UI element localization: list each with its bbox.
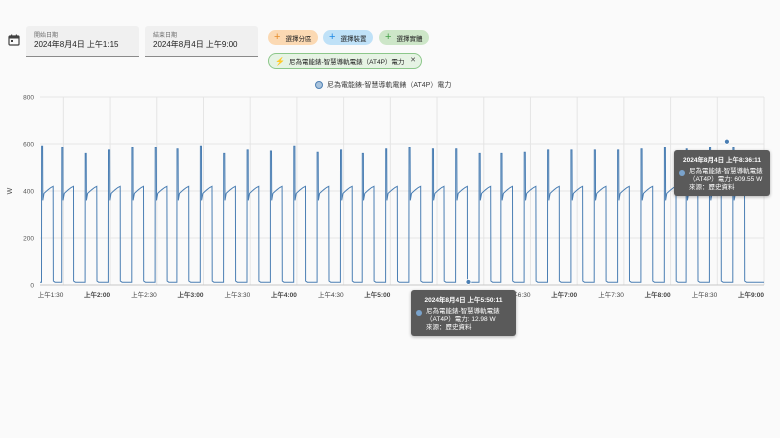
x-tick-label: 上午8:00 xyxy=(645,290,671,299)
hover-point xyxy=(465,279,472,285)
tooltip-series-dot xyxy=(679,170,685,176)
y-tick-label: 0 xyxy=(30,283,34,290)
tooltip-line: （AT4P）電力: 12.98 W xyxy=(426,316,496,323)
x-tick-label: 上午2:00 xyxy=(84,290,110,299)
series-line xyxy=(40,145,764,283)
tooltip-line: 來源：歷史資料 xyxy=(426,324,472,331)
x-tick-label: 上午7:30 xyxy=(598,290,624,299)
x-tick-label: 上午5:00 xyxy=(364,290,390,299)
x-tick-label: 上午1:30 xyxy=(38,290,64,299)
x-tick-label: 上午9:00 xyxy=(738,290,764,299)
tooltip-peak: 2024年8月4日 上午8:36:11 尼為電能錶-智慧導軌電錶 （AT4P）電… xyxy=(674,150,770,196)
x-tick-label: 上午3:00 xyxy=(177,290,203,299)
x-tick-label: 上午4:30 xyxy=(318,290,344,299)
y-tick-label: 400 xyxy=(23,189,34,196)
tooltip-time: 2024年8月4日 上午8:36:11 xyxy=(682,157,762,164)
x-tick-label: 上午8:30 xyxy=(692,290,718,299)
tooltip-idle: 2024年8月4日 上午5:50:11 尼為電能錶-智慧導軌電錶 （AT4P）電… xyxy=(411,290,516,336)
tooltip-series-dot xyxy=(416,310,422,316)
y-axis-label: W xyxy=(7,187,14,194)
y-tick-label: 600 xyxy=(23,142,34,149)
x-tick-label: 上午7:00 xyxy=(551,290,577,299)
y-tick-label: 800 xyxy=(23,95,34,102)
power-history-chart[interactable]: 0 200 400 600 800 W 上午1:30 上午2:00 上午2:30 上午3:00 上午… xyxy=(0,0,780,438)
hover-point xyxy=(724,138,730,145)
tooltip-time: 2024年8月4日 上午5:50:11 xyxy=(424,297,503,304)
x-tick-label: 上午2:30 xyxy=(131,290,157,299)
y-tick-label: 200 xyxy=(23,236,34,243)
tooltip-line: 來源：歷史資料 xyxy=(689,184,735,191)
tooltip-line: （AT4P）電力: 609.55 W xyxy=(689,176,763,183)
tooltip-line: 尼為電能錶-智慧導軌電錶 xyxy=(426,308,500,315)
tooltip-line: 尼為電能錶-智慧導軌電錶 xyxy=(689,168,763,175)
x-tick-label: 上午4:00 xyxy=(271,290,297,299)
x-tick-label: 上午3:30 xyxy=(225,290,251,299)
